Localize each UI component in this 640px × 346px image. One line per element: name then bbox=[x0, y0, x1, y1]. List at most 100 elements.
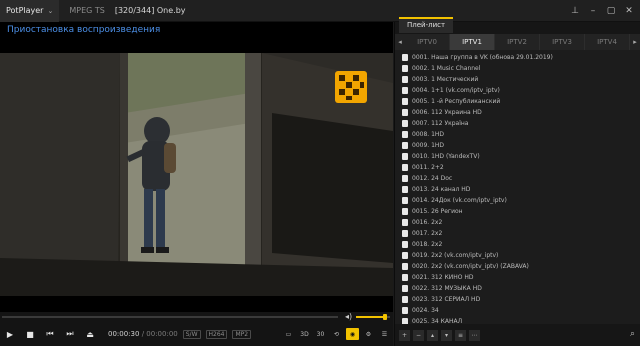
tab-iptv3[interactable]: IPTV3 bbox=[540, 34, 585, 50]
tab-iptv0[interactable]: IPTV0 bbox=[405, 34, 450, 50]
tab-iptv2[interactable]: IPTV2 bbox=[495, 34, 540, 50]
eject-button[interactable]: ⏏ bbox=[80, 322, 100, 346]
seek-bar[interactable] bbox=[2, 316, 338, 318]
capture-button[interactable]: ◉ bbox=[346, 328, 359, 340]
file-icon bbox=[402, 65, 408, 72]
playlist-item-label: 0018. 2x2 bbox=[412, 241, 443, 248]
playlist-title-tab[interactable]: Плей-лист bbox=[399, 17, 454, 33]
playlist-item[interactable]: 0021. 312 КИНО HD bbox=[402, 272, 640, 283]
search-icon[interactable]: ⌕ bbox=[630, 329, 635, 339]
playlist-item[interactable]: 0018. 2x2 bbox=[402, 239, 640, 250]
playlist-item[interactable]: 0002. 1 Music Channel bbox=[402, 63, 640, 74]
codec-tag[interactable]: MP2 bbox=[232, 329, 252, 339]
pin-icon[interactable]: ⊥ bbox=[568, 6, 582, 16]
move-up-icon[interactable]: ▴ bbox=[427, 329, 438, 341]
potplayer-logo-icon bbox=[335, 71, 367, 103]
minimize-icon[interactable]: – bbox=[586, 6, 600, 16]
list-menu-icon[interactable]: ⋯ bbox=[469, 329, 480, 341]
playlist-item[interactable]: 0010. 1HD (YandexTV) bbox=[402, 151, 640, 162]
playlist-item-label: 0023. 312 СЕРИАЛ HD bbox=[412, 296, 481, 303]
file-icon bbox=[402, 54, 408, 61]
codec-tag[interactable]: S/W bbox=[182, 329, 201, 339]
volume-icon[interactable]: ◂) bbox=[345, 312, 352, 321]
next-button[interactable]: ⏭ bbox=[60, 322, 80, 346]
playlist-item[interactable]: 0023. 312 СЕРИАЛ HD bbox=[402, 294, 640, 305]
add-icon[interactable]: + bbox=[399, 329, 410, 341]
file-icon bbox=[402, 274, 408, 281]
sort-icon[interactable]: ≡ bbox=[455, 329, 466, 341]
file-icon bbox=[402, 219, 408, 226]
playlist-item[interactable]: 0024. 34 bbox=[402, 305, 640, 316]
playlist-item[interactable]: 0007. 112 Україна bbox=[402, 118, 640, 129]
file-icon bbox=[402, 307, 408, 314]
vr-button[interactable]: 30 bbox=[314, 328, 327, 340]
playlist-item[interactable]: 0008. 1HD bbox=[402, 129, 640, 140]
app-menu-label: PotPlayer bbox=[6, 6, 44, 15]
playlist-item[interactable]: 0019. 2x2 (vk.com/iptv_iptv) bbox=[402, 250, 640, 261]
hamburger-icon: ☰ bbox=[381, 330, 388, 338]
playlist-item-label: 0019. 2x2 (vk.com/iptv_iptv) bbox=[412, 252, 499, 259]
tab-iptv4[interactable]: IPTV4 bbox=[585, 34, 630, 50]
file-icon bbox=[402, 142, 408, 149]
playlist-item-label: 0014. 24Док (vk.com/iptv_iptv) bbox=[412, 197, 507, 204]
playlist-item[interactable]: 0016. 2x2 bbox=[402, 217, 640, 228]
subtitle-button[interactable]: ▭ bbox=[282, 328, 295, 340]
playlist-item[interactable]: 0022. 312 МУЗЫКА HD bbox=[402, 283, 640, 294]
playlist-item-label: 0021. 312 КИНО HD bbox=[412, 274, 474, 281]
playlist-item-label: 0003. 1 Местический bbox=[412, 76, 479, 83]
playlist-item[interactable]: 0004. 1+1 (vk.com/iptv_iptv) bbox=[402, 85, 640, 96]
playlist-item[interactable]: 0014. 24Док (vk.com/iptv_iptv) bbox=[402, 195, 640, 206]
tab-scroll-right-icon[interactable]: ▸ bbox=[630, 38, 640, 46]
close-icon[interactable]: ✕ bbox=[622, 6, 636, 16]
volume-slider[interactable] bbox=[356, 314, 390, 320]
playlist-item[interactable]: 0013. 24 канал HD bbox=[402, 184, 640, 195]
video-player[interactable]: Приостановка воспроизведения bbox=[0, 22, 393, 312]
prev-button[interactable]: ⏮ bbox=[40, 322, 60, 346]
file-icon bbox=[402, 109, 408, 116]
playlist-item[interactable]: 0005. 1 -й Республиканский bbox=[402, 96, 640, 107]
play-button[interactable]: ▶ bbox=[0, 322, 20, 346]
playlist-item[interactable]: 0017. 2x2 bbox=[402, 228, 640, 239]
menu-button[interactable]: ☰ bbox=[378, 328, 391, 340]
move-down-icon[interactable]: ▾ bbox=[441, 329, 452, 341]
tab-iptv1[interactable]: IPTV1 bbox=[450, 34, 495, 50]
file-icon bbox=[402, 285, 408, 292]
next-icon: ⏭ bbox=[66, 329, 74, 338]
codec-tag[interactable]: H264 bbox=[205, 329, 228, 339]
settings-button[interactable]: ⚙ bbox=[362, 328, 375, 340]
file-icon bbox=[402, 197, 408, 204]
time-separator: / bbox=[141, 330, 145, 338]
osd-status: Приостановка воспроизведения bbox=[7, 25, 161, 35]
stop-button[interactable]: ■ bbox=[20, 322, 40, 346]
volume-handle[interactable] bbox=[382, 314, 387, 320]
file-icon bbox=[402, 164, 408, 171]
remove-icon[interactable]: − bbox=[413, 329, 424, 341]
file-icon bbox=[402, 208, 408, 215]
playlist-item[interactable]: 0025. 34 КАНАЛ bbox=[402, 316, 640, 324]
playlist-item[interactable]: 0001. Наша группа в VK (обнова 29.01.201… bbox=[402, 52, 640, 63]
playlist-item[interactable]: 0012. 24 Doc bbox=[402, 173, 640, 184]
loop-button[interactable]: ⟲ bbox=[330, 328, 343, 340]
playlist-items: 0001. Наша группа в VK (обнова 29.01.201… bbox=[395, 52, 640, 324]
seek-bar-row: ◂) bbox=[0, 312, 393, 322]
3d-button[interactable]: 3D bbox=[298, 328, 311, 340]
video-frame[interactable] bbox=[0, 53, 393, 296]
gear-icon: ⚙ bbox=[365, 330, 372, 338]
file-icon bbox=[402, 263, 408, 270]
playlist-item[interactable]: 0009. 1HD bbox=[402, 140, 640, 151]
playlist-item[interactable]: 0006. 112 Украина HD bbox=[402, 107, 640, 118]
playlist-item-label: 0001. Наша группа в VK (обнова 29.01.201… bbox=[412, 54, 553, 61]
playlist-item[interactable]: 0011. 2+2 bbox=[402, 162, 640, 173]
playlist-item-label: 0024. 34 bbox=[412, 307, 439, 314]
playlist-item[interactable]: 0003. 1 Местический bbox=[402, 74, 640, 85]
restore-icon[interactable]: ▢ bbox=[604, 6, 618, 16]
playlist-item-label: 0012. 24 Doc bbox=[412, 175, 453, 182]
playlist-item[interactable]: 0015. 26 Регион bbox=[402, 206, 640, 217]
subtitle-icon: ▭ bbox=[285, 330, 292, 338]
playlist-item-label: 0010. 1HD (YandexTV) bbox=[412, 153, 480, 160]
playlist-item-label: 0020. 2x2 (vk.com/iptv_iptv) (ZABAVA) bbox=[412, 263, 529, 270]
tab-scroll-left-icon[interactable]: ◂ bbox=[395, 38, 405, 46]
playlist-item[interactable]: 0020. 2x2 (vk.com/iptv_iptv) (ZABAVA) bbox=[402, 261, 640, 272]
app-menu-button[interactable]: PotPlayer ⌄ bbox=[0, 0, 60, 22]
file-icon bbox=[402, 131, 408, 138]
